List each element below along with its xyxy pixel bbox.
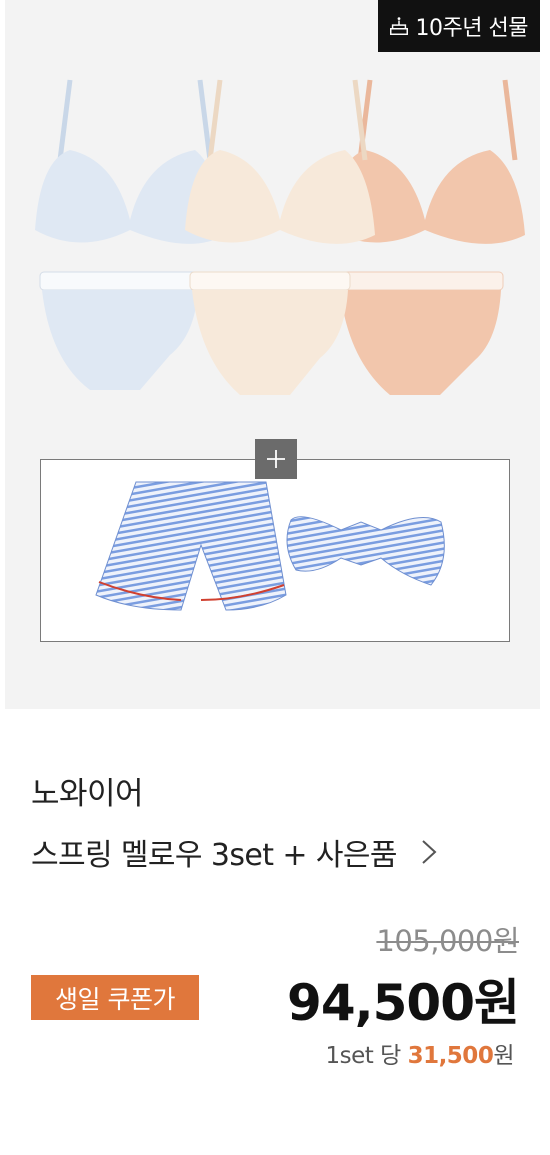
- per-set-prefix: 1set 당: [325, 1043, 408, 1069]
- sale-price: 94,500원: [287, 974, 520, 1032]
- gift-items-box: [40, 459, 510, 642]
- striped-shorts-and-headband-illustration: [95, 481, 445, 611]
- plus-icon: [255, 439, 297, 479]
- striped-headband: [286, 516, 445, 586]
- peach-panty: [337, 271, 504, 395]
- coupon-badge: 생일 쿠폰가: [31, 975, 199, 1020]
- per-set-amount: 31,500: [407, 1043, 494, 1069]
- cream-bra: [185, 79, 375, 244]
- brand-name: 노와이어: [31, 776, 144, 812]
- striped-shorts: [95, 481, 287, 611]
- per-set-price: 1set 당 31,500원: [325, 1036, 514, 1070]
- bra-panty-sets-illustration: [35, 79, 525, 395]
- product-title-link[interactable]: 스프링 멜로우 3set + 사은품: [31, 830, 439, 874]
- badge-label: 10주년 선물: [415, 16, 529, 41]
- cream-panty: [189, 271, 351, 395]
- blue-panty: [39, 271, 201, 390]
- product-image[interactable]: 10주년 선물: [5, 0, 540, 709]
- anniversary-badge: 10주년 선물: [377, 0, 540, 52]
- per-set-suffix: 원: [493, 1043, 514, 1069]
- chevron-right-icon: [422, 840, 437, 864]
- original-price: 105,000원: [376, 924, 519, 958]
- cake-icon: [389, 17, 408, 35]
- product-title: 스프링 멜로우 3set + 사은품: [31, 838, 397, 873]
